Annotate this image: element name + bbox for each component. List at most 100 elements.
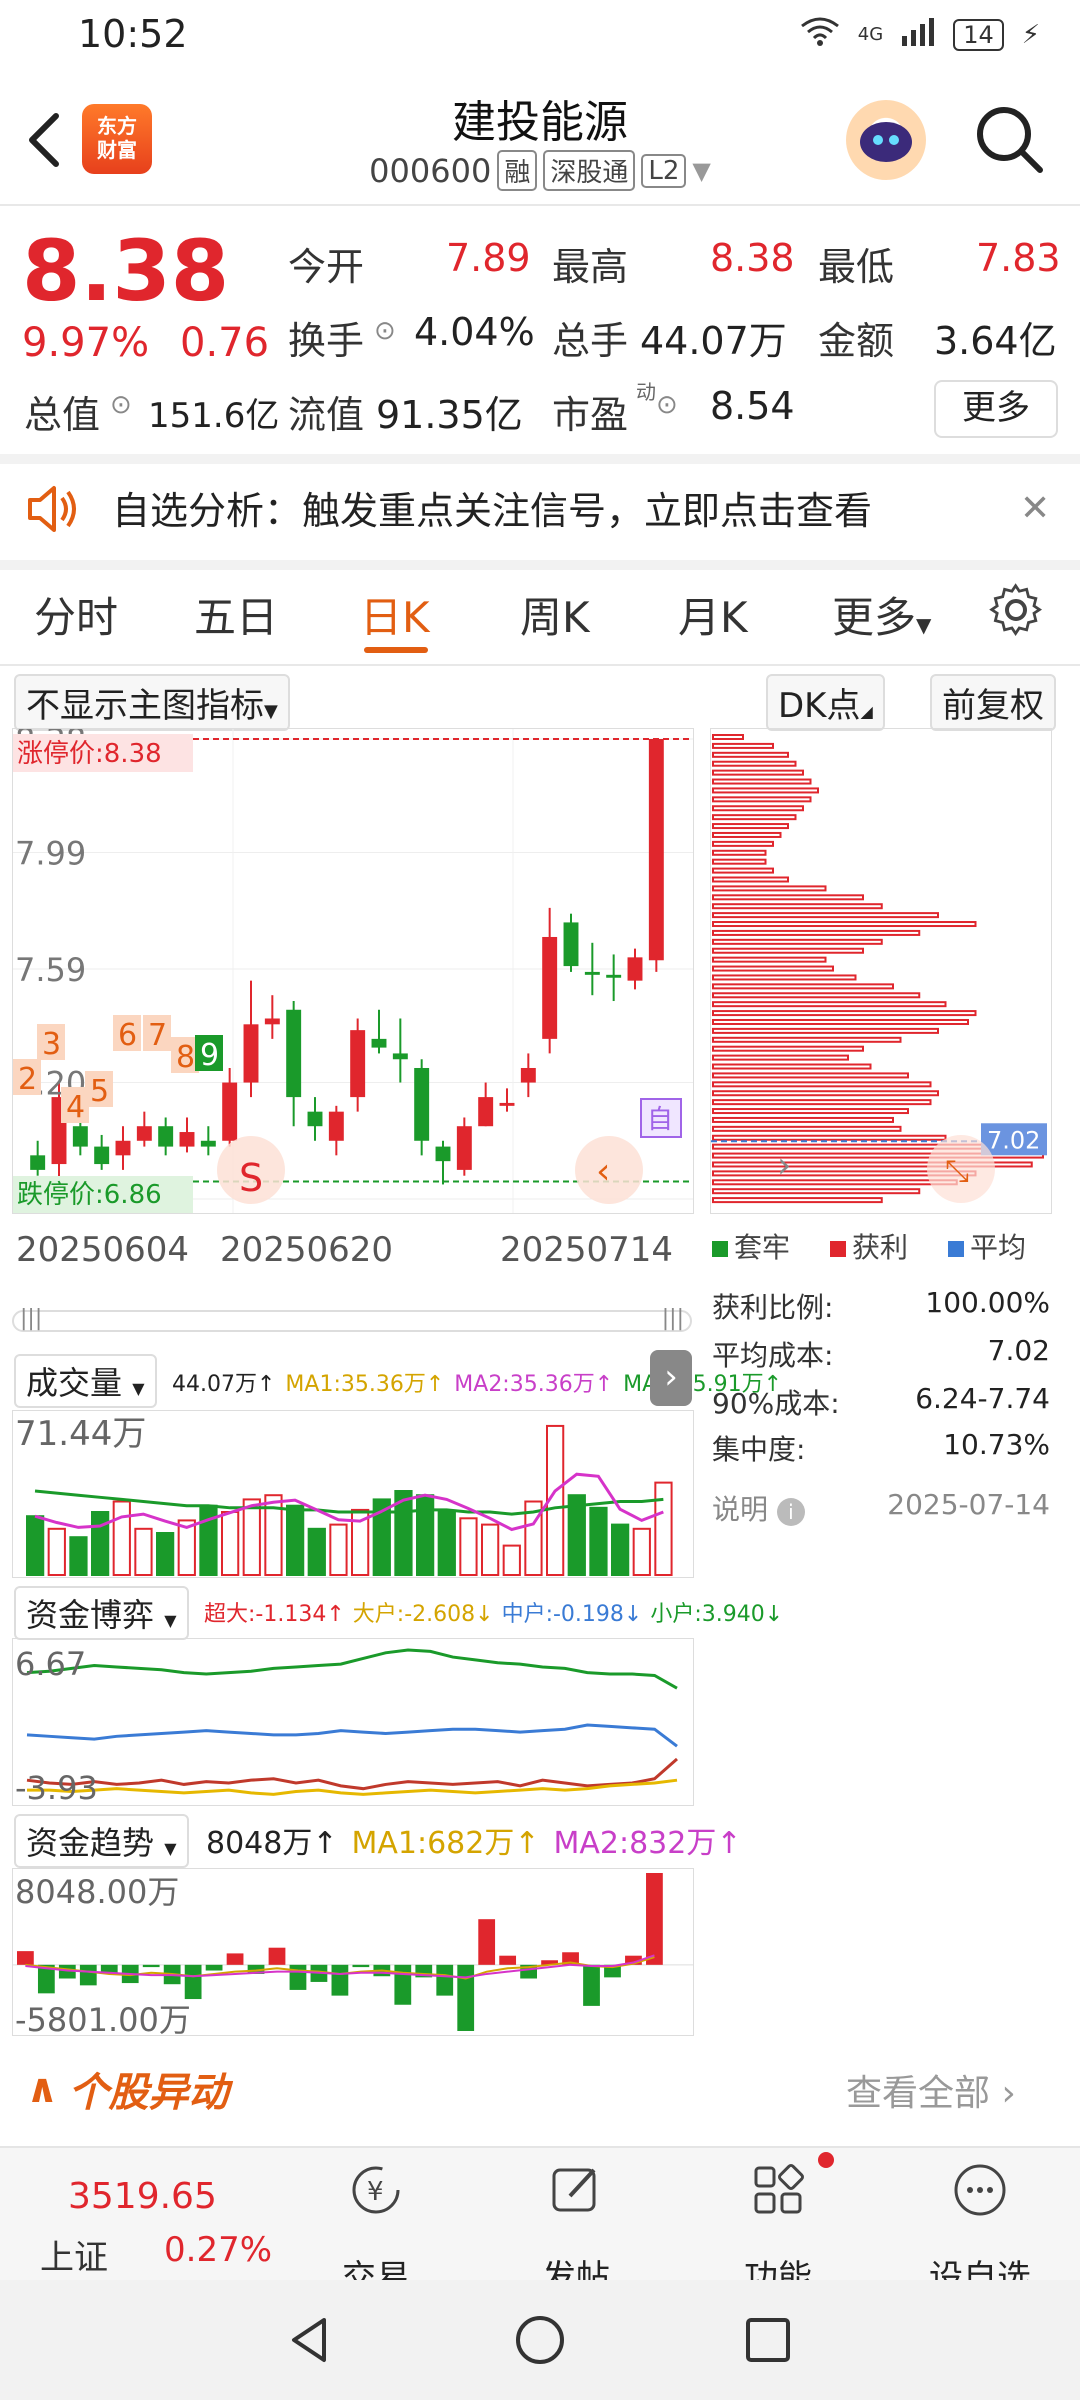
capital-trend-legend: 8048万↑ MA1:682万↑ MA2:832万↑ [206, 1818, 741, 1862]
dk-point-button[interactable]: DK点◢ [766, 674, 885, 731]
index-pct[interactable]: 0.27% [164, 2230, 272, 2270]
chip-legend: 套牢 获利 平均 [712, 1226, 1026, 1266]
chip-bar [712, 751, 789, 758]
high-label: 最高 [552, 245, 629, 289]
add-watchlist-icon[interactable] [910, 2160, 1050, 2230]
amount-value: 3.64亿 [934, 319, 1057, 363]
tab-month-k[interactable]: 月K [678, 584, 748, 645]
candle-body [456, 1126, 472, 1170]
volume-bar [221, 1511, 240, 1576]
chip-bar [712, 894, 864, 901]
chip-bar [712, 929, 921, 936]
capital-game-chart[interactable]: 6.67 -3.93 [12, 1638, 694, 1806]
chip-bar [712, 1197, 883, 1204]
chip-bar [712, 921, 977, 928]
more-quote-button[interactable]: 更多 [934, 380, 1058, 438]
candle-body [158, 1126, 174, 1147]
volume-label: 总手 [552, 319, 629, 363]
zi-marker: 自 [647, 1105, 673, 1135]
y-tick-label: 7.99 [15, 835, 86, 873]
view-all-link[interactable]: 查看全部 › [846, 2064, 1016, 2116]
info-icon[interactable]: ⊙ [374, 316, 396, 346]
trend-bar [79, 1964, 97, 1986]
search-button[interactable] [970, 100, 1050, 180]
signal-number: 4 [66, 1090, 85, 1125]
chip-bar [712, 742, 774, 749]
tab-week-k[interactable]: 周K [520, 584, 590, 645]
volume-bar [112, 1500, 131, 1576]
chip-bar [712, 938, 883, 945]
tab-intraday[interactable]: 分时 [34, 584, 118, 645]
volume-title: 成交量 [26, 1364, 123, 1402]
chip-bar [712, 1116, 894, 1123]
chip-bar [712, 1054, 849, 1061]
trend-bar [331, 1964, 349, 1996]
trend-bar [457, 1964, 475, 2031]
volume-bar [632, 1527, 651, 1576]
back-nav-icon[interactable] [280, 2310, 340, 2374]
capital-game-dropdown[interactable]: 资金博弈 ▼ [14, 1586, 189, 1640]
legend-average-label: 平均 [970, 1231, 1027, 1264]
current-price: 8.38 [22, 222, 230, 320]
chip-row-label: 获利比例: [712, 1291, 834, 1324]
functions-icon[interactable] [708, 2160, 848, 2230]
capital-trend-dropdown[interactable]: 资金趋势 ▼ [14, 1814, 189, 1868]
close-icon[interactable]: ✕ [1020, 488, 1050, 529]
notice-text[interactable]: 自选分析：触发重点关注信号，立即点击查看 [112, 480, 872, 535]
chevron-right-icon[interactable]: › [777, 1145, 791, 1186]
dropdown-icon: ▼ [692, 156, 711, 185]
assistant-avatar[interactable] [846, 100, 926, 180]
kline-chart[interactable]: 8.387.997.597.206.80 涨停价:8.38 跌停价:6.86 2… [12, 728, 694, 1214]
signal-number: 3 [42, 1027, 61, 1062]
home-nav-icon[interactable] [510, 2310, 570, 2374]
settings-button[interactable] [988, 582, 1044, 642]
float-value: 91.35亿 [376, 393, 523, 437]
network-type: 4G [857, 24, 884, 45]
main-indicator-dropdown[interactable]: 不显示主图指标▼ [14, 674, 290, 731]
post-icon[interactable] [506, 2160, 646, 2230]
chip-bar [712, 1179, 958, 1186]
volume-chart[interactable]: 71.44万 [12, 1410, 694, 1578]
right-handle-icon[interactable]: ||| [662, 1306, 684, 1331]
index-value[interactable]: 3519.65 [68, 2176, 217, 2217]
adjust-button[interactable]: 前复权 [930, 674, 1056, 731]
volume-bar [156, 1532, 175, 1577]
chip-bar [712, 787, 819, 794]
left-handle-icon[interactable]: ||| [20, 1306, 42, 1331]
pe-label: 市盈 [552, 393, 629, 437]
tab-more[interactable]: 更多▼ [832, 584, 931, 645]
chevron-right-icon[interactable]: › [650, 1350, 692, 1406]
status-icons: 4G 14 ⚡ [800, 16, 1040, 53]
info-icon[interactable]: ⊙ [656, 390, 678, 420]
stock-movement-header[interactable]: ∧ 个股异动 [26, 2060, 228, 2118]
kline-grid [13, 729, 693, 1213]
chip-bar [712, 734, 744, 741]
corner-icon: ◢ [860, 702, 873, 721]
index-name[interactable]: 上证 [40, 2230, 108, 2279]
tab-day-k[interactable]: 日K [360, 584, 430, 645]
date-mid: 20250620 [220, 1230, 394, 1270]
chip-note[interactable]: 说明 i [712, 1488, 805, 1528]
capital-trend-chart[interactable]: 8048.00万 -5801.00万 [12, 1868, 694, 2036]
capital-line-2 [26, 1723, 678, 1748]
info-icon[interactable]: ⊙ [110, 390, 132, 420]
volume-bar [589, 1506, 608, 1576]
recents-nav-icon[interactable] [738, 2310, 798, 2374]
volume-bar [91, 1511, 110, 1576]
volume-indicator-dropdown[interactable]: 成交量 ▼ [14, 1354, 157, 1408]
candle-body [520, 1067, 536, 1083]
stock-code: 000600 [369, 151, 492, 190]
low-value: 7.83 [976, 236, 1061, 280]
trade-icon[interactable]: ¥ [306, 2160, 446, 2230]
range-scrollbar[interactable]: ||| ||| [12, 1306, 692, 1332]
legend-profit: 获利 [830, 1226, 908, 1266]
chip-bar [712, 1027, 939, 1034]
chip-distribution-chart[interactable]: 7.02 › ⤡ [710, 728, 1052, 1214]
chip-bar [712, 769, 804, 776]
change-percent: 9.97% [22, 320, 150, 366]
volume-bar [611, 1523, 630, 1576]
chip-bar [712, 1001, 947, 1008]
tabs-divider [0, 664, 1080, 666]
tab-five-day[interactable]: 五日 [194, 584, 278, 645]
mktcap-label: 总值 [24, 393, 101, 437]
